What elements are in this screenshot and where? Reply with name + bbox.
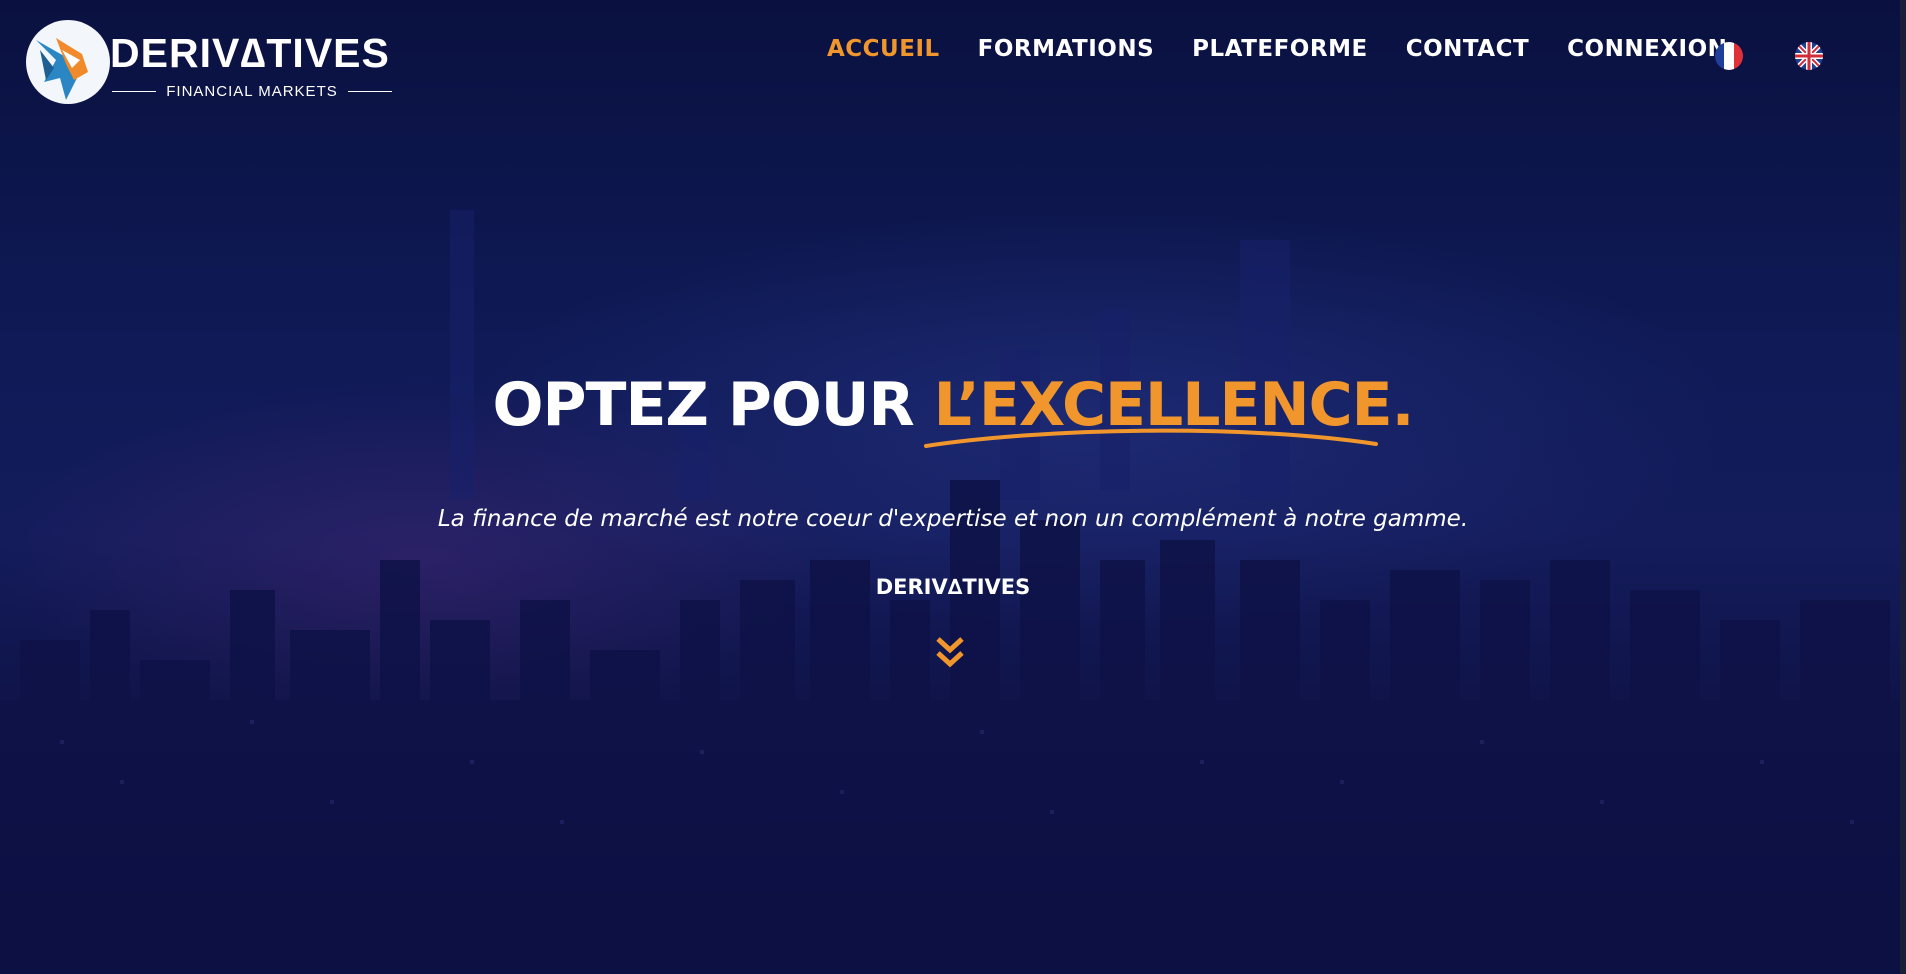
- nav-item-accueil[interactable]: ACCUEIL: [827, 36, 940, 62]
- wolf-logo-icon: [26, 20, 110, 104]
- hero-tagline: La finance de marché est notre coeur d'e…: [437, 506, 1469, 532]
- nav-item-contact[interactable]: CONTACT: [1406, 36, 1529, 62]
- headline-underline-decoration: [924, 428, 1378, 448]
- flag-uk-icon[interactable]: [1795, 42, 1823, 70]
- logo-subtitle: FINANCIAL MARKETS: [166, 82, 338, 100]
- nav-item-plateforme[interactable]: PLATEFORME: [1192, 36, 1368, 62]
- divider: [112, 90, 157, 92]
- brand-logo[interactable]: DERIV∆TIVES FINANCIAL MARKETS: [26, 20, 392, 120]
- nav-item-formations[interactable]: FORMATIONS: [978, 36, 1155, 62]
- flag-fr-icon[interactable]: [1715, 42, 1743, 70]
- double-chevron-down-icon[interactable]: [935, 636, 965, 670]
- logo-title: DERIV∆TIVES: [110, 30, 390, 76]
- logo-subtitle-row: FINANCIAL MARKETS: [112, 80, 392, 102]
- main-nav: ACCUEIL FORMATIONS PLATEFORME CONTACT CO…: [827, 36, 1727, 62]
- hero-brand-label: DERIV∆TIVES: [875, 575, 1031, 599]
- headline-prefix: OPTEZ POUR: [492, 370, 915, 440]
- page-edge: [1900, 0, 1906, 974]
- divider: [347, 90, 392, 92]
- nav-item-connexion[interactable]: CONNEXION: [1567, 36, 1727, 62]
- city-skyline-image: [0, 210, 1906, 974]
